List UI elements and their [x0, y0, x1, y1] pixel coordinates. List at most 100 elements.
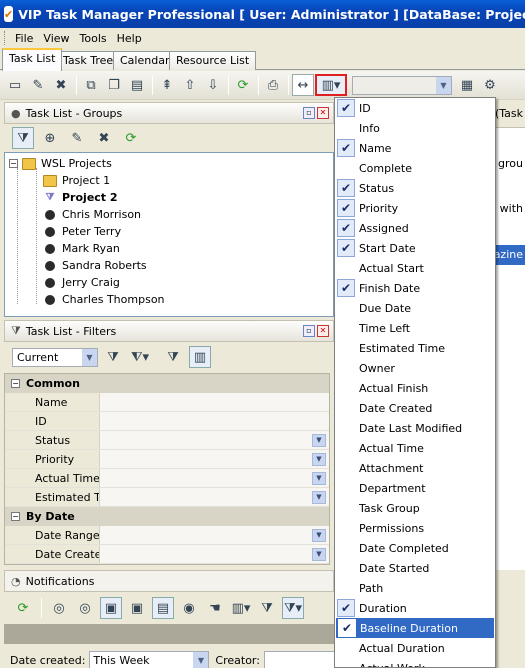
filter-row[interactable]: Name	[5, 393, 329, 412]
filter-row[interactable]: Date Range ▼	[5, 526, 329, 545]
column-menu-item[interactable]: Actual Start	[335, 258, 495, 278]
column-menu-item[interactable]: Path	[335, 578, 495, 598]
fit-columns-icon[interactable]: ↔	[292, 74, 314, 96]
column-menu-item[interactable]: Actual Work	[335, 658, 495, 668]
filter-row[interactable]: ID	[5, 412, 329, 431]
filter-row[interactable]: Priority ▼	[5, 450, 329, 469]
tree-node-root[interactable]: − WSL Projects	[9, 155, 112, 172]
column-menu-item[interactable]: ✔ Finish Date	[335, 278, 495, 298]
notif-filter-icon[interactable]: ⧩	[256, 597, 278, 619]
column-menu-item[interactable]: ✔ Assigned	[335, 218, 495, 238]
chevron-down-icon[interactable]: ▼	[312, 453, 326, 466]
tab-task-list[interactable]: Task List	[2, 48, 63, 71]
filter-icon[interactable]: ⧩	[12, 127, 34, 149]
chevron-down-icon[interactable]: ▼	[312, 491, 326, 504]
chevron-down-icon[interactable]: ▼	[312, 472, 326, 485]
add-group-icon[interactable]: ⊕	[39, 127, 61, 149]
column-menu-item[interactable]: Attachment	[335, 458, 495, 478]
view-icon[interactable]: ◎	[48, 597, 70, 619]
column-menu-item[interactable]: ✔ Baseline Duration	[336, 618, 494, 638]
menu-tools[interactable]: Tools	[75, 32, 112, 45]
options-icon[interactable]: ⚙	[479, 74, 501, 96]
menu-file[interactable]: File	[10, 32, 38, 45]
tree-node-project[interactable]: ⧩ Project 2	[43, 189, 118, 206]
new-task-icon[interactable]: ▭	[4, 74, 26, 96]
date-created-select[interactable]: This Week ▼	[89, 650, 210, 668]
tree-node-person[interactable]: Mark Ryan	[43, 240, 120, 257]
hand-icon[interactable]: ☚	[204, 597, 226, 619]
chevron-down-icon[interactable]: ▼	[312, 548, 326, 561]
column-menu-item[interactable]: Info	[335, 118, 495, 138]
column-menu-item[interactable]: Actual Time	[335, 438, 495, 458]
tree-node-person[interactable]: Charles Thompson	[43, 291, 165, 308]
print-icon[interactable]: ⎙	[262, 74, 284, 96]
move-top-icon[interactable]: ⇞	[156, 74, 178, 96]
layout-icon[interactable]: ▦	[456, 74, 478, 96]
column-menu-item[interactable]: Task Group	[335, 498, 495, 518]
tree-node-person[interactable]: Peter Terry	[43, 223, 121, 240]
chevron-down-icon[interactable]: ▼	[312, 529, 326, 542]
filter-row[interactable]: Date Createc▼	[5, 545, 329, 564]
columns-chooser-button[interactable]: ▥▾	[315, 74, 347, 96]
tab-calendar[interactable]: Calendar	[113, 51, 177, 70]
column-menu-item[interactable]: Permissions	[335, 518, 495, 538]
edit-group-icon[interactable]: ✎	[66, 127, 88, 149]
column-menu-item[interactable]: ✔ Status	[335, 178, 495, 198]
column-menu-item[interactable]: ✔ Priority	[335, 198, 495, 218]
column-menu-item[interactable]: ✔ Duration	[335, 598, 495, 618]
column-menu-item[interactable]: Estimated Time	[335, 338, 495, 358]
tree-node-project[interactable]: Project 1	[43, 172, 110, 189]
view-combo[interactable]: ▼	[352, 75, 452, 95]
close-icon[interactable]: ✕	[317, 107, 329, 119]
refresh-groups-icon[interactable]: ⟳	[120, 127, 142, 149]
column-menu-item[interactable]: Date Completed	[335, 538, 495, 558]
tab-resource-list[interactable]: Resource List	[169, 51, 257, 70]
chevron-down-icon[interactable]: ▼	[312, 434, 326, 447]
paste-task-icon[interactable]: ▤	[126, 74, 148, 96]
restore-icon[interactable]: ▫	[303, 107, 315, 119]
filter-category[interactable]: − By Date	[5, 507, 329, 526]
edit-task-icon[interactable]: ✎	[27, 74, 49, 96]
column-menu-item[interactable]: ✔ Start Date	[335, 238, 495, 258]
clear-filter-icon[interactable]: ⧩	[162, 346, 184, 368]
close-icon[interactable]: ✕	[317, 325, 329, 337]
notif-filter-menu-icon[interactable]: ⧩▾	[282, 597, 304, 619]
filter-row[interactable]: Actual Time ▼	[5, 469, 329, 488]
outbox-icon[interactable]: ▣	[126, 597, 148, 619]
column-menu-item[interactable]: Owner	[335, 358, 495, 378]
restore-icon[interactable]: ▫	[303, 325, 315, 337]
edit-filter-icon[interactable]: ⧩	[102, 346, 124, 368]
delete-group-icon[interactable]: ✖	[93, 127, 115, 149]
column-menu-item[interactable]: Date Created	[335, 398, 495, 418]
mark-icon[interactable]: ◉	[178, 597, 200, 619]
column-menu-item[interactable]: Actual Finish	[335, 378, 495, 398]
move-up-icon[interactable]: ⇧	[179, 74, 201, 96]
tree-node-person[interactable]: Jerry Craig	[43, 274, 120, 291]
filter-options-icon[interactable]: ⧨▾	[129, 346, 151, 368]
column-menu-item[interactable]: Department	[335, 478, 495, 498]
tree-node-person[interactable]: Sandra Roberts	[43, 257, 147, 274]
column-menu-item[interactable]: ✔ Name	[335, 138, 495, 158]
move-down-icon[interactable]: ⇩	[202, 74, 224, 96]
document-icon[interactable]: ▤	[152, 597, 174, 619]
column-menu-item[interactable]: Actual Duration	[335, 638, 495, 658]
column-menu-item[interactable]: Due Date	[335, 298, 495, 318]
column-menu-item[interactable]: ✔ ID	[335, 98, 495, 118]
refresh-icon[interactable]: ⟳	[12, 597, 34, 619]
menu-help[interactable]: Help	[112, 32, 147, 45]
filter-row[interactable]: Status ▼	[5, 431, 329, 450]
refresh-icon[interactable]: ⟳	[232, 74, 254, 96]
view-all-icon[interactable]: ◎	[74, 597, 96, 619]
filter-row[interactable]: Estimated Tir▼	[5, 488, 329, 507]
delete-task-icon[interactable]: ✖	[50, 74, 72, 96]
subtask-icon[interactable]: ⧉	[80, 74, 102, 96]
column-menu-item[interactable]: Date Last Modified	[335, 418, 495, 438]
column-menu-item[interactable]: Complete	[335, 158, 495, 178]
column-menu-item[interactable]: Date Started	[335, 558, 495, 578]
tree-node-person[interactable]: Chris Morrison	[43, 206, 141, 223]
filter-category[interactable]: − Common	[5, 374, 329, 393]
filter-select[interactable]: Current ▼	[12, 347, 98, 367]
filter-columns-icon[interactable]: ▥	[189, 346, 211, 368]
inbox-icon[interactable]: ▣	[100, 597, 122, 619]
copy-task-icon[interactable]: ❐	[103, 74, 125, 96]
